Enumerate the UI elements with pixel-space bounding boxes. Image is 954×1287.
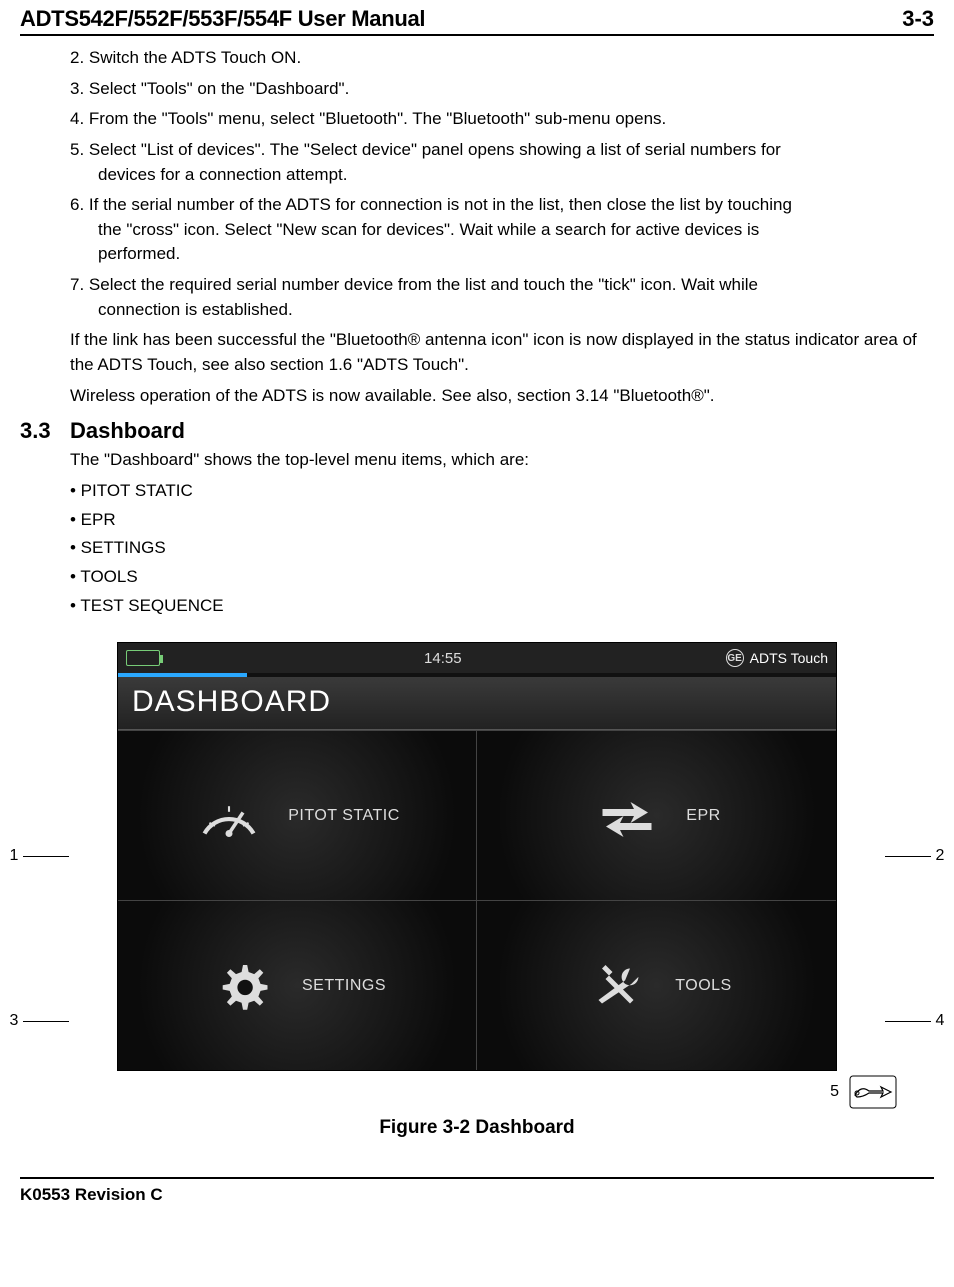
tile-settings-label: SETTINGS xyxy=(302,977,386,995)
bullet-test-sequence: • TEST SEQUENCE xyxy=(70,594,934,619)
step-4: 4. From the "Tools" menu, select "Blueto… xyxy=(70,107,924,132)
bullet-tools: • TOOLS xyxy=(70,565,934,590)
manual-title: ADTS542F/552F/553F/554F User Manual xyxy=(20,6,425,32)
dashboard-title-bar: DASHBOARD xyxy=(118,677,836,730)
tools-icon xyxy=(581,951,651,1021)
callout-5-number: 5 xyxy=(830,1083,839,1101)
tile-epr[interactable]: EPR xyxy=(477,730,836,900)
status-time: 14:55 xyxy=(424,650,462,667)
step-6-line3: performed. xyxy=(70,242,924,267)
tile-pitot-label: PITOT STATIC xyxy=(288,807,400,825)
callout-1: 1 xyxy=(7,847,71,865)
callout-5: 5 xyxy=(830,1075,897,1109)
section-intro: The "Dashboard" shows the top-level menu… xyxy=(70,448,924,473)
step-2: 2. Switch the ADTS Touch ON. xyxy=(70,46,924,71)
step-5-line1: 5. Select "List of devices". The "Select… xyxy=(70,140,781,159)
callout-2: 2 xyxy=(883,847,947,865)
step-7-line2: connection is established. xyxy=(70,298,924,323)
figure-dashboard: 1 2 3 4 14:55 GE ADTS Touch DASHBOARD xyxy=(67,642,887,1071)
bullet-pitot: • PITOT STATIC xyxy=(70,479,934,504)
callout-line xyxy=(23,856,69,857)
step-6-line1: 6. If the serial number of the ADTS for … xyxy=(70,195,792,214)
callout-3-number: 3 xyxy=(7,1012,21,1030)
bullet-epr: • EPR xyxy=(70,508,934,533)
screenshot-device-screen: 14:55 GE ADTS Touch DASHBOARD PITOT STAT… xyxy=(117,642,837,1071)
step-5: 5. Select "List of devices". The "Select… xyxy=(70,138,924,187)
section-title: Dashboard xyxy=(70,418,185,444)
callout-line xyxy=(885,1021,931,1022)
revision-label: K0553 Revision C xyxy=(20,1185,163,1204)
epr-flow-icon xyxy=(592,781,662,851)
dashboard-title: DASHBOARD xyxy=(132,685,822,719)
ge-logo-icon: GE xyxy=(726,649,744,667)
gear-icon xyxy=(208,951,278,1021)
gauge-icon xyxy=(194,781,264,851)
page-footer: K0553 Revision C xyxy=(20,1177,934,1205)
callout-4: 4 xyxy=(883,1012,947,1030)
step-7-line1: 7. Select the required serial number dev… xyxy=(70,275,758,294)
figure-caption: Figure 3-2 Dashboard xyxy=(20,1117,934,1139)
bullets-list: • PITOT STATIC • EPR • SETTINGS • TOOLS … xyxy=(20,479,934,618)
product-label: ADTS Touch xyxy=(750,650,828,666)
page-number: 3-3 xyxy=(902,6,934,32)
step-3: 3. Select "Tools" on the "Dashboard". xyxy=(70,77,924,102)
swipe-hand-icon xyxy=(849,1075,897,1109)
step-6: 6. If the serial number of the ADTS for … xyxy=(70,193,924,267)
step-5-line2: devices for a connection attempt. xyxy=(70,163,924,188)
bullet-settings: • SETTINGS xyxy=(70,536,934,561)
body-text-block: 2. Switch the ADTS Touch ON. 3. Select "… xyxy=(20,46,934,408)
tile-tools-label: TOOLS xyxy=(675,977,731,995)
paragraph-link-success: If the link has been successful the "Blu… xyxy=(70,328,924,377)
step-7: 7. Select the required serial number dev… xyxy=(70,273,924,322)
section-number: 3.3 xyxy=(20,418,70,444)
status-bar: 14:55 GE ADTS Touch xyxy=(118,643,836,673)
callout-1-number: 1 xyxy=(7,847,21,865)
callout-line xyxy=(23,1021,69,1022)
page-header: ADTS542F/552F/553F/554F User Manual 3-3 xyxy=(20,0,934,36)
status-product: GE ADTS Touch xyxy=(726,649,828,667)
tile-settings[interactable]: SETTINGS xyxy=(118,900,477,1070)
callout-3: 3 xyxy=(7,1012,71,1030)
tile-tools[interactable]: TOOLS xyxy=(477,900,836,1070)
callout-line xyxy=(885,856,931,857)
step-6-line2: the "cross" icon. Select "New scan for d… xyxy=(70,218,924,243)
paragraph-wireless: Wireless operation of the ADTS is now av… xyxy=(70,384,924,409)
battery-icon xyxy=(126,650,160,666)
callout-4-number: 4 xyxy=(933,1012,947,1030)
tile-pitot-static[interactable]: PITOT STATIC xyxy=(118,730,477,900)
callout-2-number: 2 xyxy=(933,847,947,865)
dashboard-grid: PITOT STATIC EPR SETTINGS TOOLS xyxy=(118,730,836,1070)
tile-epr-label: EPR xyxy=(686,807,720,825)
section-heading-row: 3.3 Dashboard xyxy=(20,418,934,444)
